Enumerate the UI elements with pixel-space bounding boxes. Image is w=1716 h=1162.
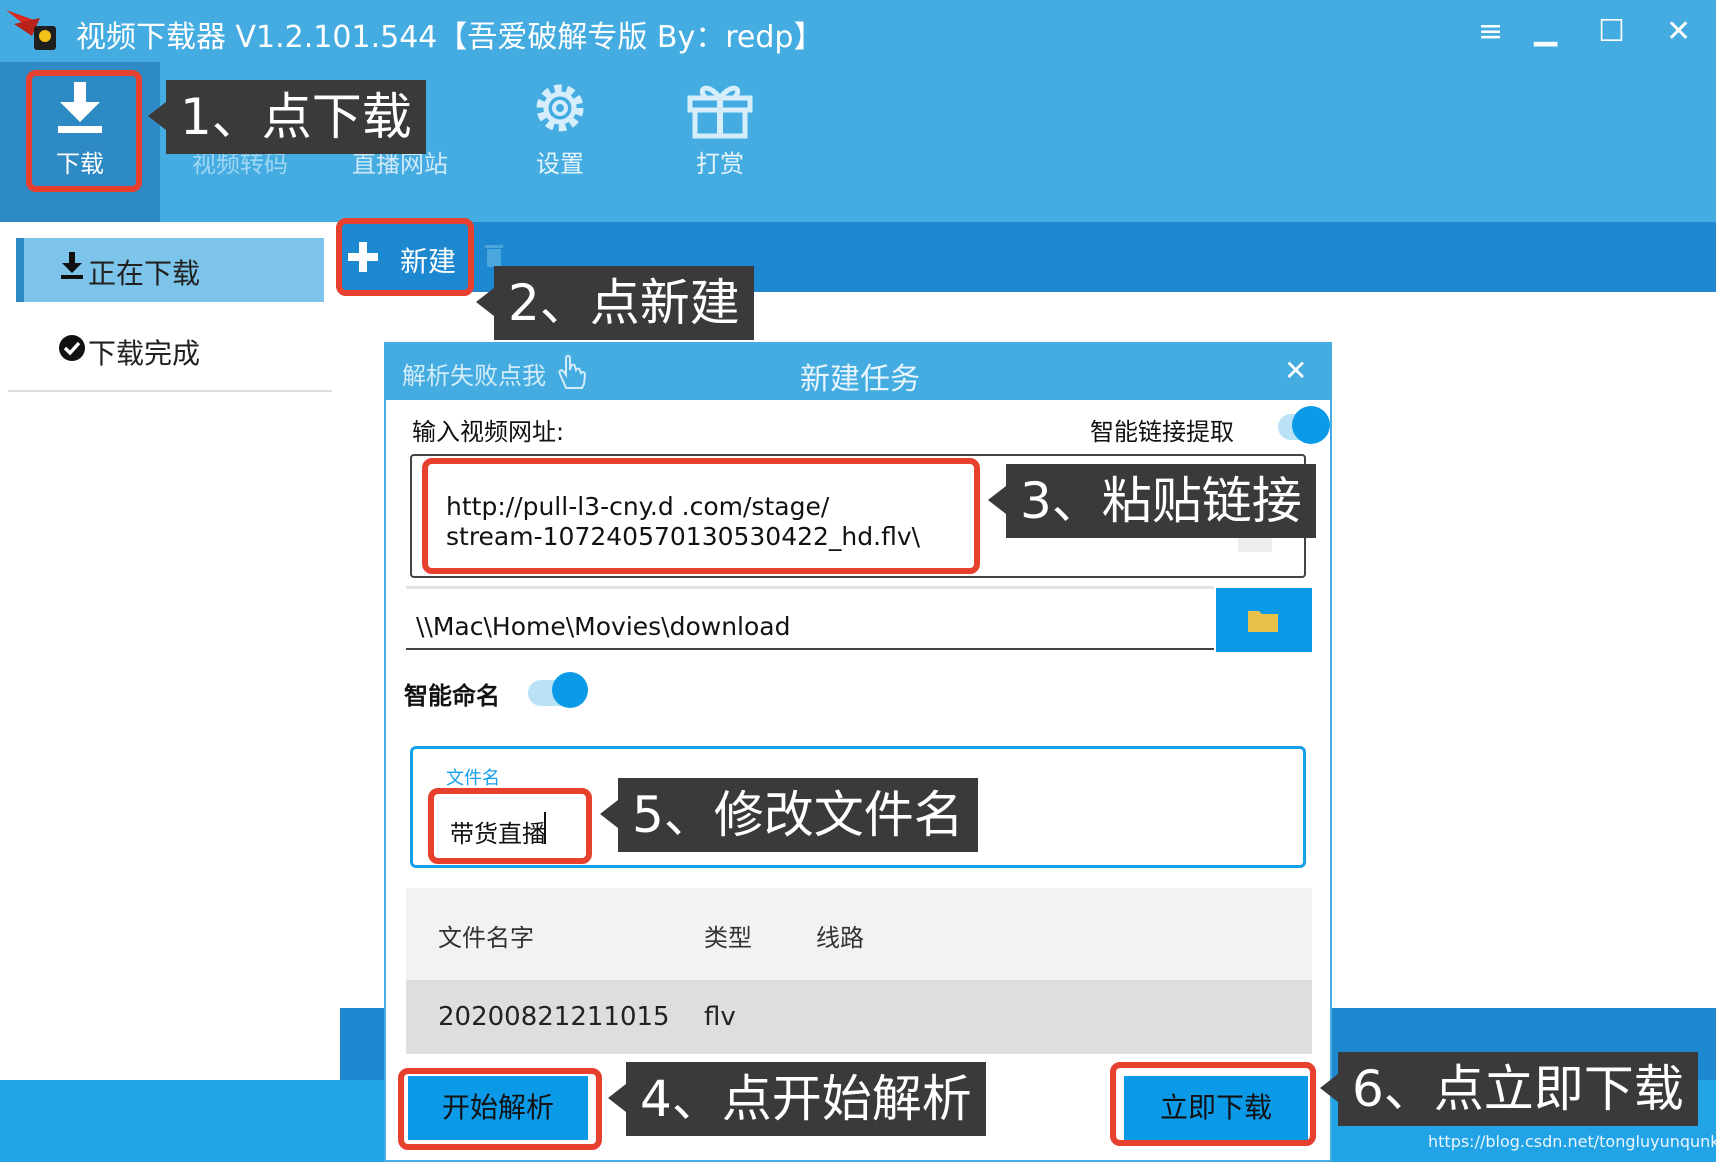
highlight-url bbox=[422, 458, 980, 574]
menu-icon[interactable]: ≡ bbox=[1478, 14, 1503, 49]
sidebar-item-completed[interactable]: 下载完成 bbox=[16, 318, 324, 382]
highlight-new-button bbox=[336, 218, 474, 296]
sidebar-item-downloading[interactable]: 正在下载 bbox=[16, 238, 324, 302]
minimize-button[interactable]: ▁ bbox=[1534, 12, 1557, 47]
download-small-icon bbox=[60, 252, 84, 284]
table-cell-type: flv bbox=[704, 1002, 736, 1032]
watermark: https://blog.csdn.net/tongluyunqunkong bbox=[1428, 1132, 1716, 1151]
url-label: 输入视频网址: bbox=[412, 418, 565, 446]
highlight-download-button bbox=[1110, 1062, 1316, 1146]
callout-step-5: 5、修改文件名 bbox=[600, 778, 978, 852]
filename-float-label: 文件名 bbox=[446, 768, 500, 789]
close-button[interactable]: ✕ bbox=[1666, 14, 1691, 49]
tab-settings-label: 设置 bbox=[536, 150, 584, 178]
dialog-close-icon[interactable]: ✕ bbox=[1284, 354, 1307, 387]
table-header: 文件名字 类型 线路 bbox=[406, 888, 1312, 980]
tab-settings[interactable]: 设置 bbox=[480, 62, 640, 222]
maximize-button[interactable]: ☐ bbox=[1598, 14, 1625, 49]
toggle-knob bbox=[552, 672, 588, 708]
toggle-knob bbox=[1292, 406, 1330, 444]
gift-icon bbox=[687, 85, 753, 139]
callout-step-6: 6、点立即下载 bbox=[1320, 1052, 1698, 1126]
smart-naming-toggle[interactable] bbox=[528, 672, 588, 710]
gear-icon bbox=[536, 84, 584, 132]
dialog-title: 新建任务 bbox=[800, 362, 920, 397]
save-path-value: \\Mac\Home\Movies\download bbox=[416, 612, 791, 641]
sidebar-item-label: 下载完成 bbox=[88, 337, 201, 370]
callout-step-3: 3、粘贴链接 bbox=[988, 464, 1316, 538]
sidebar-item-label: 正在下载 bbox=[88, 257, 201, 290]
smart-extract-toggle[interactable] bbox=[1278, 406, 1330, 444]
table-row[interactable]: 20200821211015 flv bbox=[406, 980, 1312, 1054]
callout-step-4: 4、点开始解析 bbox=[608, 1062, 986, 1136]
tab-donate-label: 打赏 bbox=[696, 150, 744, 178]
callout-step-1: 1、点下载 bbox=[148, 80, 426, 154]
app-logo-icon bbox=[4, 6, 62, 56]
table-cell-filename: 20200821211015 bbox=[438, 1002, 670, 1032]
column-header: 线路 bbox=[816, 924, 864, 952]
smart-naming-label: 智能命名 bbox=[404, 682, 500, 710]
column-header: 类型 bbox=[704, 924, 752, 952]
highlight-parse-button bbox=[398, 1068, 602, 1150]
highlight-filename bbox=[428, 788, 592, 864]
highlight-download-tab bbox=[26, 70, 142, 192]
smart-extract-label: 智能链接提取 bbox=[1090, 418, 1234, 446]
check-circle-icon bbox=[58, 334, 86, 366]
hand-pointer-icon bbox=[554, 354, 588, 394]
folder-icon bbox=[1248, 608, 1278, 636]
browse-folder-button[interactable] bbox=[1216, 588, 1312, 652]
window-title: 视频下载器 V1.2.101.544【吾爱破解专版 By：redp】 bbox=[76, 20, 824, 55]
parse-failed-help-link[interactable]: 解析失败点我 bbox=[402, 356, 546, 391]
callout-step-2: 2、点新建 bbox=[476, 266, 754, 340]
tab-donate[interactable]: 打赏 bbox=[640, 62, 800, 222]
column-header: 文件名字 bbox=[438, 924, 534, 952]
sidebar-divider bbox=[8, 390, 332, 392]
